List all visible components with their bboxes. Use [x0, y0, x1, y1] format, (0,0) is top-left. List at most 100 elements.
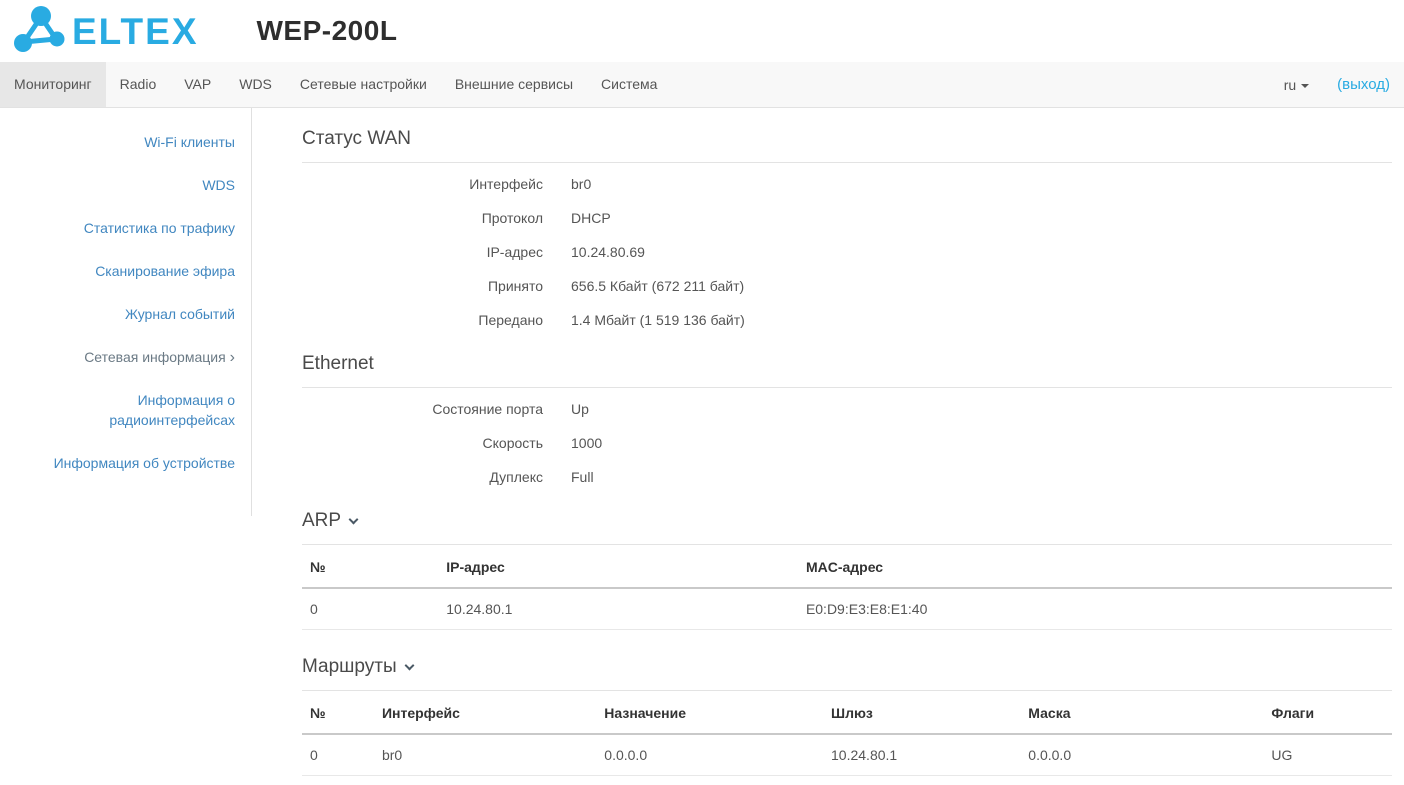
routes-title: Маршруты	[302, 656, 397, 677]
eltex-molecule-icon	[10, 2, 66, 61]
arp-col-ip: IP-адрес	[438, 545, 798, 589]
tab-radio[interactable]: Radio	[106, 62, 171, 107]
ethernet-fields: Состояние порта Up Скорость 1000 Дуплекс…	[302, 388, 1392, 498]
sidebar-item-radio-interfaces-info[interactable]: Информация о радиоинтерфейсах	[63, 390, 235, 430]
sidebar-item-wifi-clients[interactable]: Wi-Fi клиенты	[144, 132, 235, 152]
section-routes: Маршруты № Интерфейс Назначение Шлюз Мас…	[302, 656, 1392, 785]
routes-col-interface: Интерфейс	[373, 691, 597, 735]
sidebar: Wi-Fi клиенты WDS Статистика по трафику …	[0, 108, 252, 516]
routes-cell-gateway: 10.24.80.1	[823, 734, 1021, 776]
routes-cell-destination: 10.24.80.0	[596, 775, 824, 785]
app-header: ELTEX WEP-200L	[0, 0, 1404, 62]
sidebar-item-wds[interactable]: WDS	[202, 175, 235, 195]
field-value: 1000	[571, 435, 603, 451]
ethernet-title: Ethernet	[302, 353, 1392, 388]
routes-header-row: № Интерфейс Назначение Шлюз Маска Флаги	[302, 691, 1392, 735]
field-value: Full	[571, 469, 594, 485]
section-arp: ARP № IP-адрес MAC-адрес 0 10.24.80.1 E0…	[302, 510, 1392, 630]
field-value: 1.4 Мбайт (1 519 136 байт)	[571, 312, 745, 328]
language-selector[interactable]: ru	[1283, 76, 1310, 93]
routes-cell-interface: br0	[373, 734, 597, 776]
routes-cell-gateway: 0.0.0.0	[823, 775, 1021, 785]
language-label: ru	[1283, 76, 1297, 93]
routes-col-destination: Назначение	[596, 691, 824, 735]
eltex-logo: ELTEX	[10, 2, 199, 61]
caret-down-icon	[1301, 83, 1310, 88]
routes-col-flags: Флаги	[1263, 691, 1392, 735]
field-label: Интерфейс	[469, 176, 543, 192]
routes-section-toggle[interactable]: Маршруты	[302, 656, 1392, 691]
field-row: IP-адрес 10.24.80.69	[302, 235, 1392, 269]
chevron-down-icon	[348, 514, 359, 525]
arp-col-number: №	[302, 545, 439, 589]
routes-cell-flags: U	[1263, 775, 1392, 785]
sidebar-item-event-log[interactable]: Журнал событий	[125, 304, 235, 324]
sidebar-menu: Wi-Fi клиенты WDS Статистика по трафику …	[0, 108, 252, 516]
field-label: Скорость	[482, 435, 543, 451]
field-label: IP-адрес	[486, 244, 543, 260]
field-row: Принято 656.5 Кбайт (672 211 байт)	[302, 269, 1392, 303]
routes-cell-destination: 0.0.0.0	[596, 734, 824, 776]
logo-text: ELTEX	[72, 10, 199, 52]
arp-cell-mac: E0:D9:E3:E8:E1:40	[797, 588, 1392, 630]
field-label: Передано	[478, 312, 543, 328]
tab-external-services[interactable]: Внешние сервисы	[441, 62, 587, 107]
arp-cell-number: 0	[302, 588, 439, 630]
logout-link[interactable]: (выход)	[1337, 76, 1390, 93]
arp-col-mac: MAC-адрес	[797, 545, 1392, 589]
routes-col-number: №	[302, 691, 374, 735]
section-wan-status: Статус WAN Интерфейс br0 Протокол DHCP I…	[302, 128, 1392, 341]
arp-table: № IP-адрес MAC-адрес 0 10.24.80.1 E0:D9:…	[302, 545, 1392, 630]
field-value: br0	[571, 176, 592, 192]
routes-col-gateway: Шлюз	[823, 691, 1021, 735]
field-label: Принято	[487, 278, 543, 294]
chevron-down-icon	[404, 660, 415, 671]
device-model-title: WEP-200L	[256, 15, 398, 46]
field-value: 10.24.80.69	[571, 244, 645, 260]
routes-cell-interface: br0	[373, 775, 597, 785]
field-row: Протокол DHCP	[302, 201, 1392, 235]
field-value: 656.5 Кбайт (672 211 байт)	[571, 278, 745, 294]
field-value: DHCP	[571, 210, 611, 226]
routes-cell-flags: UG	[1263, 734, 1392, 776]
nav-tabs: Мониторинг Radio VAP WDS Сетевые настрой…	[0, 62, 671, 107]
routes-table-row: 0 br0 0.0.0.0 10.24.80.1 0.0.0.0 UG	[302, 734, 1392, 776]
top-navbar: Мониторинг Radio VAP WDS Сетевые настрой…	[0, 62, 1404, 108]
routes-cell-mask: 0.0.0.0	[1020, 734, 1264, 776]
arp-header-row: № IP-адрес MAC-адрес	[302, 545, 1392, 589]
routes-cell-number: 0	[302, 734, 374, 776]
arp-section-toggle[interactable]: ARP	[302, 510, 1392, 545]
routes-col-mask: Маска	[1020, 691, 1264, 735]
wan-fields: Интерфейс br0 Протокол DHCP IP-адрес 10.…	[302, 163, 1392, 341]
field-label: Протокол	[481, 210, 543, 226]
sidebar-item-device-info[interactable]: Информация об устройстве	[54, 453, 235, 473]
navbar-right: ru (выход)	[1284, 62, 1404, 107]
sidebar-item-traffic-stats[interactable]: Статистика по трафику	[84, 218, 235, 238]
arp-table-row: 0 10.24.80.1 E0:D9:E3:E8:E1:40	[302, 588, 1392, 630]
section-ethernet: Ethernet Состояние порта Up Скорость 100…	[302, 353, 1392, 498]
page-layout: Wi-Fi клиенты WDS Статистика по трафику …	[0, 108, 1404, 785]
routes-table-row: 1 br0 10.24.80.0 0.0.0.0 255.255.255.0 U	[302, 775, 1392, 785]
routes-table: № Интерфейс Назначение Шлюз Маска Флаги …	[302, 691, 1392, 785]
arp-cell-ip: 10.24.80.1	[438, 588, 798, 630]
main-content: Статус WAN Интерфейс br0 Протокол DHCP I…	[252, 108, 1404, 785]
tab-system[interactable]: Система	[587, 62, 671, 107]
sidebar-item-network-info[interactable]: Сетевая информация ›	[84, 347, 235, 368]
tab-network-settings[interactable]: Сетевые настройки	[286, 62, 441, 107]
field-row: Скорость 1000	[302, 426, 1392, 460]
tab-wds[interactable]: WDS	[225, 62, 286, 107]
wan-status-title: Статус WAN	[302, 128, 1392, 163]
tab-monitoring[interactable]: Мониторинг	[0, 62, 106, 107]
field-row: Состояние порта Up	[302, 392, 1392, 426]
field-row: Передано 1.4 Мбайт (1 519 136 байт)	[302, 303, 1392, 337]
field-row: Интерфейс br0	[302, 167, 1392, 201]
tab-vap[interactable]: VAP	[170, 62, 225, 107]
field-label: Дуплекс	[489, 469, 543, 485]
field-value: Up	[571, 401, 589, 417]
sidebar-item-network-info-label: Сетевая информация	[84, 349, 226, 365]
arp-title: ARP	[302, 510, 342, 531]
sidebar-item-air-scan[interactable]: Сканирование эфира	[95, 261, 235, 281]
routes-cell-mask: 255.255.255.0	[1020, 775, 1264, 785]
routes-cell-number: 1	[302, 775, 374, 785]
field-label: Состояние порта	[432, 401, 543, 417]
